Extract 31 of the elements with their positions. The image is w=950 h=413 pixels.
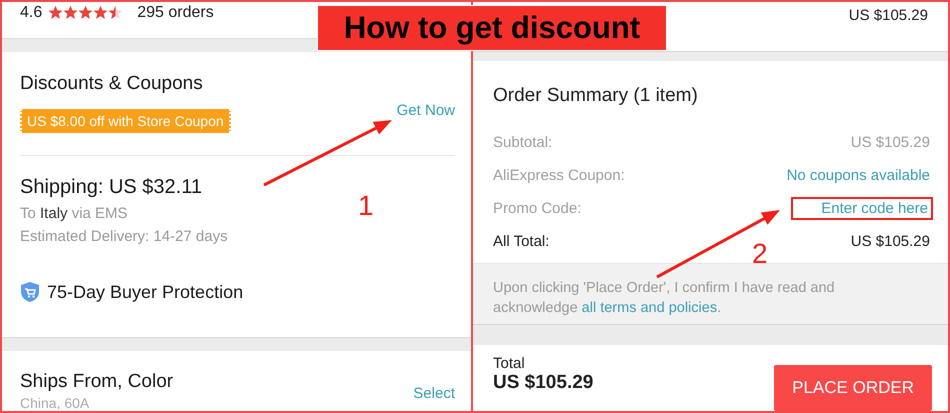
summary-label: All Total:: [493, 232, 550, 250]
summary-label: Subtotal:: [493, 134, 552, 151]
step-number: 1: [358, 192, 374, 220]
select-link[interactable]: Select: [413, 385, 455, 403]
buyer-protection-label: 75-Day Buyer Protection: [47, 282, 244, 302]
rating-value: 4.6: [20, 4, 42, 22]
place-order-button[interactable]: PLACE ORDER: [774, 365, 932, 411]
promo-code-field[interactable]: Enter code here: [791, 196, 933, 220]
option-value: China, 60A: [20, 395, 90, 411]
orders-count: 295 orders: [137, 4, 214, 22]
summary-label: AliExpress Coupon:: [493, 166, 625, 184]
section-title: Discounts & Coupons: [20, 73, 204, 95]
shipping-destination: To Italy via EMS: [20, 205, 128, 222]
terms-link[interactable]: all terms and policies: [582, 300, 718, 316]
order-summary-title: Order Summary (1 item): [493, 84, 699, 107]
coupon-badge[interactable]: US $8.00 off with Store Coupon: [20, 109, 231, 133]
summary-label: Promo Code:: [493, 200, 582, 217]
summary-value: US $105.29: [850, 232, 930, 250]
step-number: 2: [752, 240, 768, 268]
total-label: Total: [493, 355, 525, 372]
price: US $105.29: [848, 7, 928, 25]
section-title: Ships From, Color: [20, 371, 174, 393]
coupon-link[interactable]: No coupons available: [786, 166, 930, 184]
shield-cart-icon: [20, 281, 40, 303]
banner-title: How to get discount: [317, 5, 667, 51]
summary-value: US $105.29: [850, 134, 930, 151]
shipping-title: Shipping: US $32.11: [20, 176, 203, 199]
total-amount: US $105.29: [493, 372, 594, 394]
delivery-estimate: Estimated Delivery: 14-27 days: [20, 228, 228, 245]
get-now-link[interactable]: Get Now: [396, 102, 455, 120]
terms-notice: Upon clicking 'Place Order', I confirm I have read and acknowledge all terms and policies.: [493, 278, 836, 318]
